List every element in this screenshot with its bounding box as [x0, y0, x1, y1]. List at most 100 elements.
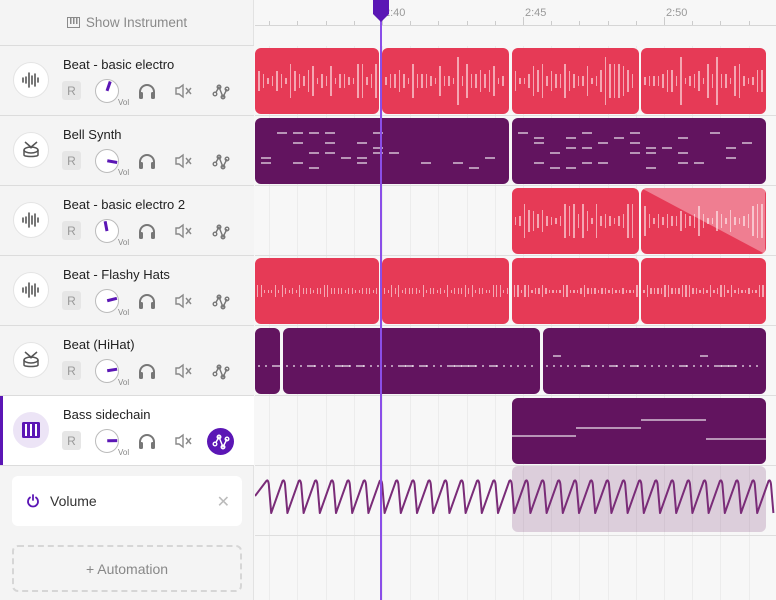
track-header[interactable]: Beat - Flashy Hats R Vol — [0, 256, 254, 326]
clip-mark — [549, 152, 560, 154]
audio-clip[interactable] — [382, 258, 509, 324]
headphones-icon[interactable] — [137, 292, 157, 315]
automation-icon[interactable] — [207, 428, 234, 455]
record-button[interactable]: R — [62, 221, 81, 240]
automation-icon[interactable] — [210, 151, 232, 173]
track-name[interactable]: Beat - basic electro 2 — [63, 197, 185, 212]
headphones-icon[interactable] — [137, 152, 157, 175]
power-icon[interactable] — [26, 494, 40, 508]
clip-mark — [702, 78, 705, 84]
time-ruler[interactable]: 2:40 2:45 2:50 — [255, 0, 776, 26]
track-header[interactable]: Beat - basic electro 2 R Vol — [0, 186, 254, 256]
automation-icon[interactable] — [210, 81, 232, 103]
midi-clip[interactable] — [511, 118, 766, 184]
record-button[interactable]: R — [62, 361, 81, 380]
record-button[interactable]: R — [62, 81, 81, 100]
headphones-icon[interactable] — [137, 432, 157, 455]
clip-mark — [434, 78, 436, 84]
waveform-icon[interactable] — [13, 202, 49, 238]
track-name[interactable]: Beat - basic electro — [63, 57, 174, 72]
clip-mark — [510, 365, 513, 367]
audio-clip[interactable] — [255, 258, 380, 324]
headphones-icon[interactable] — [137, 362, 157, 385]
clip-mark — [675, 76, 678, 86]
clip-mark — [293, 365, 296, 367]
automation-icon[interactable] — [210, 221, 232, 243]
volume-knob[interactable] — [95, 149, 119, 173]
audio-clip[interactable] — [511, 48, 639, 114]
track-header[interactable]: Beat - basic electro R Vol — [0, 46, 254, 116]
midi-clip[interactable] — [255, 328, 281, 394]
track-name[interactable]: Bass sidechain — [63, 407, 150, 422]
audio-clip[interactable] — [511, 188, 639, 254]
clip-mark — [692, 288, 694, 294]
clip-mark — [433, 288, 435, 294]
audio-clip[interactable] — [255, 48, 380, 114]
clip-mark — [582, 204, 584, 238]
drum-icon[interactable] — [13, 132, 49, 168]
record-button[interactable]: R — [62, 291, 81, 310]
clip-mark — [412, 64, 414, 98]
track-name[interactable]: Beat - Flashy Hats — [63, 267, 170, 282]
audio-clip[interactable] — [511, 258, 639, 324]
waveform-icon[interactable] — [13, 62, 49, 98]
mute-icon[interactable] — [174, 153, 194, 174]
automation-icon[interactable] — [210, 291, 232, 313]
mute-icon[interactable] — [174, 293, 194, 314]
headphones-icon[interactable] — [137, 222, 157, 245]
record-button[interactable]: R — [62, 431, 81, 450]
track-name[interactable]: Bell Synth — [63, 127, 122, 142]
show-instrument-button[interactable]: Show Instrument — [0, 0, 254, 46]
audio-clip[interactable] — [641, 188, 766, 254]
midi-clip[interactable] — [542, 328, 766, 394]
volume-knob[interactable] — [95, 359, 119, 383]
clip-mark — [298, 74, 301, 88]
clip-mark — [471, 285, 473, 297]
midi-clip[interactable] — [255, 118, 509, 184]
clip-mark — [531, 289, 533, 293]
automation-icon[interactable] — [210, 361, 232, 383]
clip-mark — [747, 78, 750, 84]
mute-icon[interactable] — [174, 363, 194, 384]
clip-mark — [758, 285, 761, 297]
close-icon[interactable]: ✕ — [217, 492, 230, 512]
timeline[interactable]: 2:40 2:45 2:50 — [255, 0, 776, 600]
drum-icon[interactable] — [13, 342, 49, 378]
mute-icon[interactable] — [174, 83, 194, 104]
track-header[interactable]: Bell Synth R Vol — [0, 116, 254, 186]
clip-mark — [475, 74, 477, 88]
record-button[interactable]: R — [62, 151, 81, 170]
mute-icon[interactable] — [174, 433, 194, 454]
clip-mark — [468, 288, 470, 294]
audio-clip[interactable] — [641, 48, 766, 114]
fade-out-overlay[interactable] — [641, 188, 766, 254]
mute-icon[interactable] — [174, 223, 194, 244]
automation-lane-volume[interactable]: Volume ✕ — [12, 476, 242, 526]
midi-clip[interactable] — [511, 398, 766, 464]
clip-mark — [645, 147, 656, 149]
clip-mark — [341, 288, 343, 294]
clip-mark — [321, 365, 324, 367]
volume-knob[interactable] — [95, 289, 119, 313]
audio-clip[interactable] — [382, 48, 509, 114]
track-name[interactable]: Beat (HiHat) — [63, 337, 135, 352]
track-header[interactable]: Beat (HiHat) R Vol — [0, 326, 254, 396]
midi-clip[interactable] — [283, 328, 540, 394]
clip-mark — [262, 74, 265, 88]
playhead-handle[interactable] — [372, 0, 390, 22]
add-automation-button[interactable]: + Automation — [12, 545, 242, 592]
volume-knob[interactable] — [95, 79, 119, 103]
clip-mark — [720, 285, 722, 297]
knob-indicator — [106, 439, 118, 443]
audio-clip[interactable] — [641, 258, 766, 324]
volume-knob[interactable] — [95, 429, 119, 453]
waveform-icon[interactable] — [13, 272, 49, 308]
piano-icon[interactable] — [13, 412, 49, 448]
track-header[interactable]: Bass sidechain R Vol — [0, 396, 254, 466]
automation-curve[interactable] — [255, 466, 776, 536]
headphones-icon[interactable] — [137, 82, 157, 105]
clip-mark — [671, 70, 673, 92]
clip-mark — [349, 365, 352, 367]
volume-knob[interactable] — [95, 219, 119, 243]
clip-mark — [369, 288, 371, 294]
